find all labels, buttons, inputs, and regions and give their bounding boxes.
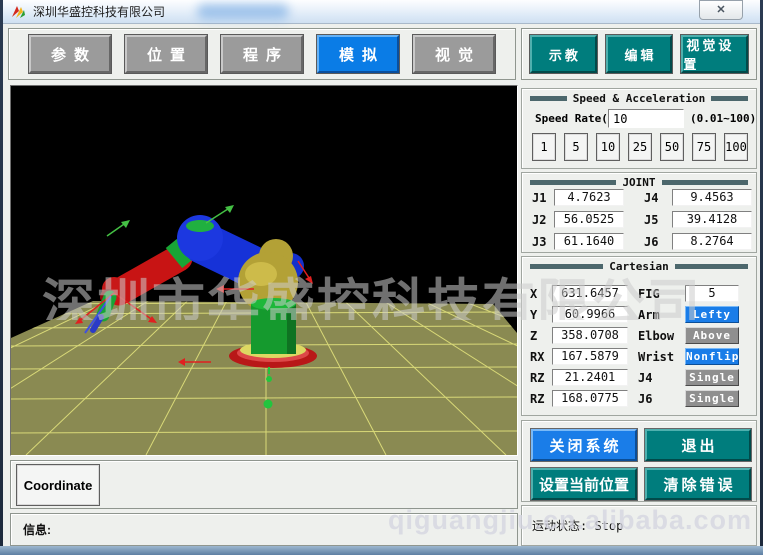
z-value[interactable]: 358.0708 <box>552 327 628 344</box>
main-tab-bar: 参数 位置 程序 模拟 视觉 <box>8 28 516 80</box>
speed-preset-75[interactable]: 75 <box>692 133 716 161</box>
set-current-position-button[interactable]: 设置当前位置 <box>531 468 637 500</box>
motion-status-panel: 运动状态: Stop <box>521 505 757 546</box>
speed-preset-100[interactable]: 100 <box>724 133 748 161</box>
joint-section-header: JOINT <box>522 173 756 189</box>
j3-label: J3 <box>532 235 546 249</box>
j6-value[interactable]: 8.2764 <box>672 233 752 250</box>
cartesian-section: Cartesian X 631.6457 Y 60.9966 Z 358.070… <box>521 256 757 416</box>
j4-value[interactable]: 9.4563 <box>672 189 752 206</box>
info-label: 信息: <box>23 521 51 538</box>
x-value[interactable]: 631.6457 <box>552 285 628 302</box>
speed-range-hint: (0.01~100) <box>690 112 756 125</box>
speed-presets: 1 5 10 25 50 75 100 <box>532 133 748 161</box>
j4-label: J4 <box>644 191 658 205</box>
elbow-toggle[interactable]: Above <box>685 327 739 344</box>
system-buttons-section: 关闭系统 退出 设置当前位置 清除错误 <box>521 420 757 502</box>
rz-label: RZ <box>530 371 544 385</box>
cartesian-section-header: Cartesian <box>522 257 756 273</box>
speed-preset-10[interactable]: 10 <box>596 133 620 161</box>
robot-scene <box>11 86 517 455</box>
speed-rate-input[interactable] <box>608 109 684 128</box>
tab-position[interactable]: 位置 <box>125 35 207 73</box>
y-label: Y <box>530 308 537 322</box>
rx-value[interactable]: 167.5879 <box>552 348 628 365</box>
tab-program[interactable]: 程序 <box>221 35 303 73</box>
clear-error-button[interactable]: 清除错误 <box>645 468 751 500</box>
action-bar: 示教 编辑 视觉设置 <box>521 28 757 80</box>
exit-button[interactable]: 退出 <box>645 429 751 461</box>
j4-toggle[interactable]: Single <box>685 369 739 386</box>
window-frame-bottom <box>0 546 763 555</box>
j4-config-label: J4 <box>638 371 652 385</box>
speed-preset-25[interactable]: 25 <box>628 133 652 161</box>
speed-preset-1[interactable]: 1 <box>532 133 556 161</box>
j1-label: J1 <box>532 191 546 205</box>
wrist-toggle[interactable]: Nonflip <box>685 348 739 365</box>
y-value[interactable]: 60.9966 <box>552 306 628 323</box>
j3-value[interactable]: 61.1640 <box>554 233 624 250</box>
blurred-caption <box>197 4 289 19</box>
edit-button[interactable]: 编辑 <box>606 35 673 73</box>
floor-marker-large <box>264 400 273 409</box>
z-label: Z <box>530 329 537 343</box>
info-panel: 信息: <box>10 513 518 546</box>
j2-value[interactable]: 56.0525 <box>554 211 624 228</box>
j5-value[interactable]: 39.4128 <box>672 211 752 228</box>
arm-label: Arm <box>638 308 660 322</box>
app-logo-icon <box>11 4 27 20</box>
j2-label: J2 <box>532 213 546 227</box>
app-window: 深圳华盛控科技有限公司 ✕ 参数 位置 程序 模拟 视觉 示教 编辑 视觉设置 <box>3 0 760 547</box>
fig-value[interactable]: 5 <box>685 285 739 302</box>
robot-3d-viewport[interactable] <box>10 85 518 456</box>
vision-settings-button[interactable]: 视觉设置 <box>681 35 748 73</box>
rz2-label: RZ <box>530 392 544 406</box>
j6-label: J6 <box>644 235 658 249</box>
close-button[interactable]: ✕ <box>699 0 743 20</box>
j5-label: J5 <box>644 213 658 227</box>
j1-value[interactable]: 4.7623 <box>554 189 624 206</box>
window-title: 深圳华盛控科技有限公司 <box>33 3 165 20</box>
tab-simulation[interactable]: 模拟 <box>317 35 399 73</box>
tab-parameters[interactable]: 参数 <box>29 35 111 73</box>
rz2-value[interactable]: 168.0775 <box>552 390 628 407</box>
j6-config-label: J6 <box>638 392 652 406</box>
floor-marker-small <box>266 376 272 382</box>
elbow-label: Elbow <box>638 329 674 343</box>
speed-section: Speed & Acceleration Speed Rate(%) (0.01… <box>521 88 757 169</box>
wrist-label: Wrist <box>638 350 674 364</box>
speed-preset-5[interactable]: 5 <box>564 133 588 161</box>
tab-vision[interactable]: 视觉 <box>413 35 495 73</box>
rz-value[interactable]: 21.2401 <box>552 369 628 386</box>
motion-status-text: 运动状态: Stop <box>532 517 623 534</box>
fig-label: FIG <box>638 287 660 301</box>
x-label: X <box>530 287 537 301</box>
teach-button[interactable]: 示教 <box>530 35 597 73</box>
close-system-button[interactable]: 关闭系统 <box>531 429 637 461</box>
titlebar: 深圳华盛控科技有限公司 ✕ <box>3 0 760 24</box>
speed-preset-50[interactable]: 50 <box>660 133 684 161</box>
coordinate-button[interactable]: Coordinate <box>16 464 100 506</box>
arm-toggle[interactable]: Lefty <box>685 306 739 323</box>
j6-toggle[interactable]: Single <box>685 390 739 407</box>
joint-section: JOINT J1 4.7623 J2 56.0525 J3 61.1640 J4… <box>521 172 757 253</box>
rx-label: RX <box>530 350 544 364</box>
speed-section-header: Speed & Acceleration <box>522 89 756 105</box>
coordinate-panel: Coordinate <box>10 460 518 509</box>
